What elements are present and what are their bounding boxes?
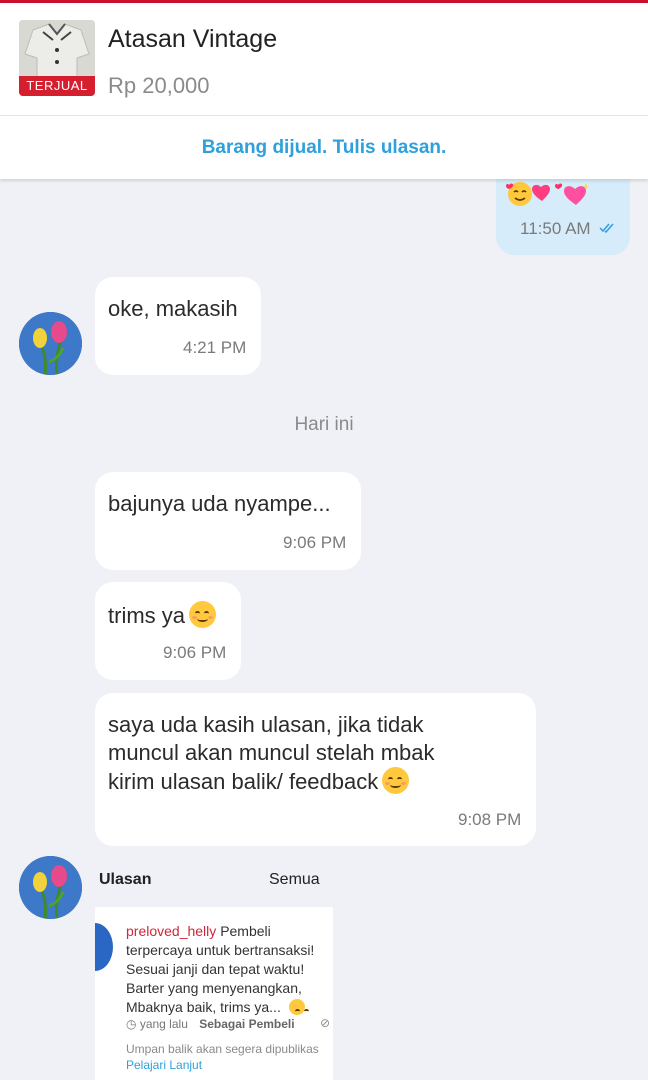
chat-thread[interactable]: 11:50 AM oke, makasih 4:21 PM Hari ini b… xyxy=(0,179,648,1080)
clock-icon: ◷ xyxy=(126,1017,137,1031)
message-text: oke, makasih xyxy=(108,296,238,321)
smiling-face-with-hearts-emoji xyxy=(506,182,588,206)
incoming-message[interactable]: bajunya uda nyampe... 9:06 PM xyxy=(95,472,361,570)
review-meta: ◷ yang lalu Sebagai Pembeli ⊘ xyxy=(126,1016,333,1031)
reviewer-avatar xyxy=(95,923,113,971)
write-review-banner[interactable]: Barang dijual. Tulis ulasan. xyxy=(0,115,648,179)
review-screenshot-card[interactable]: preloved_helly Pembeli terpercaya untuk … xyxy=(95,907,333,1080)
tulip-avatar-image xyxy=(19,856,82,919)
message-line: kirim ulasan balik/ feedback xyxy=(108,767,410,796)
double-check-icon xyxy=(599,223,614,234)
message-text-content: trims ya xyxy=(108,603,185,628)
product-price: Rp 20,000 xyxy=(108,73,210,98)
outgoing-message[interactable]: 11:50 AM xyxy=(496,179,630,255)
incoming-message[interactable]: trims ya 9:06 PM xyxy=(95,582,241,680)
learn-more-link[interactable]: Pelajari Lanjut xyxy=(126,1058,202,1072)
message-line-content: kirim ulasan balik/ feedback xyxy=(108,769,379,794)
day-separator: Hari ini xyxy=(294,414,354,435)
message-text: trims ya xyxy=(108,601,216,630)
review-all-link[interactable]: Semua xyxy=(269,871,320,889)
tulip-avatar-image xyxy=(19,312,82,375)
product-title[interactable]: Atasan Vintage xyxy=(108,25,277,54)
message-time: 11:50 AM xyxy=(520,219,591,238)
hidden-eye-icon: ⊘ xyxy=(320,1016,331,1030)
smiling-face-emoji xyxy=(382,767,410,794)
incoming-message[interactable]: oke, makasih 4:21 PM xyxy=(95,277,261,375)
smiling-face-emoji xyxy=(189,601,216,628)
message-line: muncul akan muncul stelah mbak xyxy=(108,740,435,765)
review-time: yang lalu xyxy=(139,1017,188,1031)
smiling-face-emoji xyxy=(288,999,309,1015)
contact-avatar[interactable] xyxy=(19,856,82,919)
message-text: bajunya uda nyampe... xyxy=(108,491,331,516)
message-time: 4:21 PM xyxy=(183,338,247,357)
contact-avatar[interactable] xyxy=(19,312,82,375)
review-heading: Ulasan xyxy=(99,871,152,888)
sold-badge: TERJUAL xyxy=(19,76,95,96)
product-header[interactable]: TERJUAL Atasan Vintage Rp 20,000 xyxy=(0,3,648,115)
message-time: 9:08 PM xyxy=(458,810,522,829)
review-notice: Umpan balik akan segera dipublikas xyxy=(126,1042,319,1056)
incoming-message[interactable]: saya uda kasih ulasan, jika tidak muncul… xyxy=(95,693,536,846)
reviewer-username[interactable]: preloved_helly xyxy=(126,923,216,939)
message-time: 9:06 PM xyxy=(283,533,347,552)
review-text: preloved_helly Pembeli terpercaya untuk … xyxy=(126,922,333,1017)
product-thumbnail[interactable]: TERJUAL xyxy=(19,20,95,96)
message-line: saya uda kasih ulasan, jika tidak xyxy=(108,712,424,737)
review-role: Sebagai Pembeli xyxy=(199,1017,295,1031)
message-time: 9:06 PM xyxy=(163,643,227,662)
